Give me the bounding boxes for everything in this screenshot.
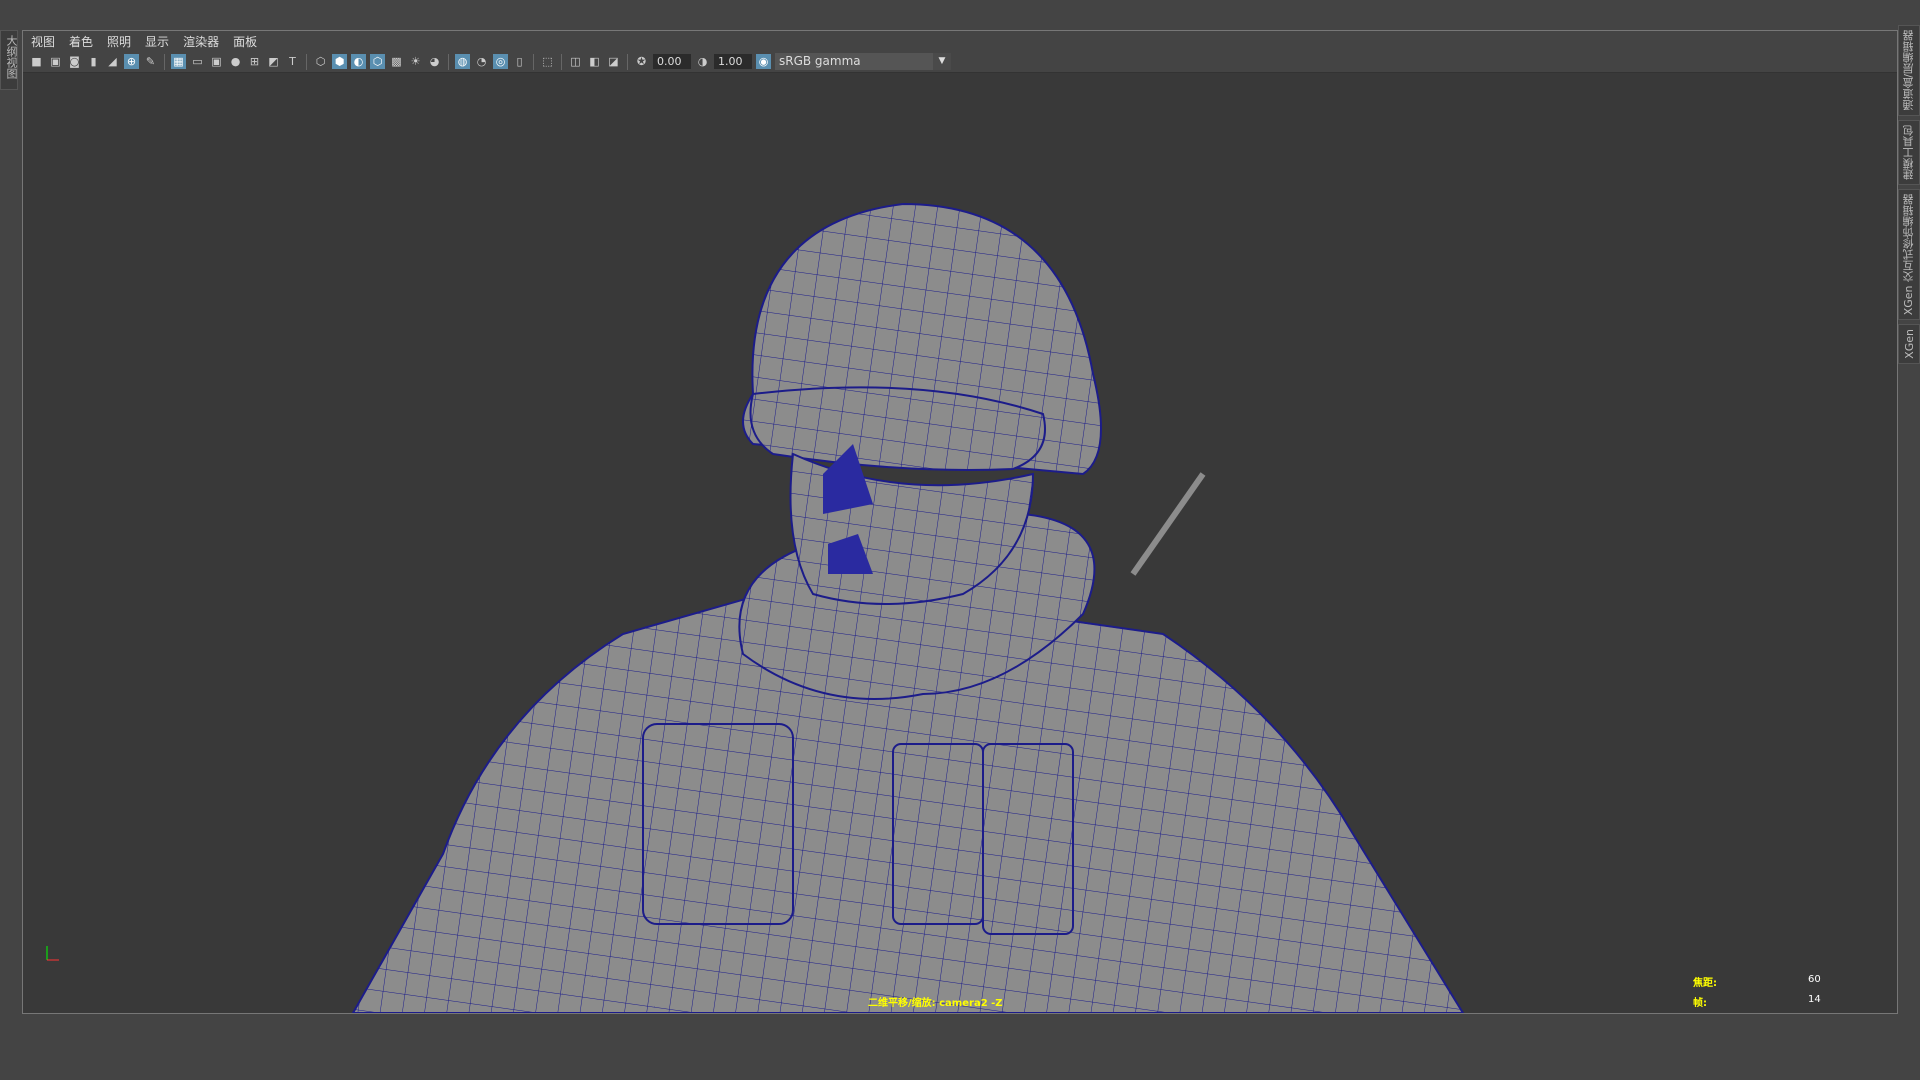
color-management-icon[interactable]: ◉ (756, 54, 771, 69)
shadows-icon[interactable]: ◕ (427, 54, 442, 69)
tab-label: 通道盒/层编辑器 (1902, 30, 1915, 111)
divider (533, 53, 534, 70)
chest-pouch-left (892, 743, 984, 925)
menu-view[interactable]: 视图 (31, 33, 55, 50)
safe-action-icon[interactable]: ◩ (266, 54, 281, 69)
view-transform-select[interactable]: sRGB gamma ▼ (775, 53, 951, 70)
default-material-icon[interactable]: ◐ (351, 54, 366, 69)
tab-modeling-toolkit[interactable]: 建模工具包 (1898, 119, 1920, 185)
outliner-tab-label: 大纲视图 (5, 35, 18, 79)
panel-menubar: 视图 着色 照明 显示 渲染器 面板 (23, 31, 1897, 51)
viewport-panel: 视图 着色 照明 显示 渲染器 面板 ■ ▣ ◙ ▮ ◢ ⊕ ✎ ▦ ▭ ▣ ●… (22, 30, 1898, 1014)
tab-channel-box[interactable]: 通道盒/层编辑器 (1898, 25, 1920, 116)
panel-toolbar: ■ ▣ ◙ ▮ ◢ ⊕ ✎ ▦ ▭ ▣ ● ⊞ ◩ T ⬡ ⬢ ◐ ⬡ ▩ ☀ … (23, 51, 1897, 73)
outliner-tab[interactable]: 大纲视图 (0, 30, 18, 90)
image-plane-icon[interactable]: ◢ (105, 54, 120, 69)
menu-lighting[interactable]: 照明 (107, 33, 131, 50)
field-chart-icon[interactable]: ⊞ (247, 54, 262, 69)
grid-icon[interactable]: ▦ (171, 54, 186, 69)
grease-pencil-icon[interactable]: ✎ (143, 54, 158, 69)
menu-panels[interactable]: 面板 (233, 33, 257, 50)
bookmark-icon[interactable]: ▮ (86, 54, 101, 69)
wireframe-icon[interactable]: ⬡ (313, 54, 328, 69)
menu-shading[interactable]: 着色 (69, 33, 93, 50)
chest-pouch-right (982, 743, 1074, 935)
lights-icon[interactable]: ☀ (408, 54, 423, 69)
wireframe-on-shaded-icon[interactable]: ⬡ (370, 54, 385, 69)
camera-attr-icon[interactable]: ◙ (67, 54, 82, 69)
menu-show[interactable]: 显示 (145, 33, 169, 50)
focal-length-value: 60 (1808, 974, 1821, 985)
3d-viewport[interactable]: 二维平移/缩放: camera2 -Z 焦距: 60 帧: 14 (23, 74, 1897, 1013)
camera-hud-label: 二维平移/缩放: camera2 -Z (868, 998, 1003, 1009)
2d-pan-zoom-icon[interactable]: ⊕ (124, 54, 139, 69)
safe-title-icon[interactable]: T (285, 54, 300, 69)
divider (448, 53, 449, 70)
gamma-input[interactable]: 1.00 (714, 54, 752, 69)
anti-aliasing-icon[interactable]: ◎ (493, 54, 508, 69)
tab-xgen[interactable]: XGen (1898, 324, 1920, 364)
gamma-icon[interactable]: ◑ (695, 54, 710, 69)
divider (306, 53, 307, 70)
gate-mask-icon[interactable]: ● (228, 54, 243, 69)
depth-of-field-icon[interactable]: ▯ (512, 54, 527, 69)
menu-renderer[interactable]: 渲染器 (183, 33, 219, 50)
exposure-icon[interactable]: ✪ (634, 54, 649, 69)
tab-xgen-editor[interactable]: XGen 交互式修饰编辑器 (1898, 188, 1920, 321)
divider (164, 53, 165, 70)
screen-space-ao-icon[interactable]: ◍ (455, 54, 470, 69)
tab-label: 建模工具包 (1902, 124, 1915, 180)
axis-indicator (46, 946, 59, 961)
resolution-gate-icon[interactable]: ▣ (209, 54, 224, 69)
right-tab-bar: 通道盒/层编辑器 建模工具包 XGen 交互式修饰编辑器 XGen (1898, 25, 1920, 368)
focal-length-label: 焦距: (1693, 978, 1717, 989)
antenna (1130, 472, 1206, 576)
xray-joints-icon[interactable]: ◧ (587, 54, 602, 69)
smooth-shade-icon[interactable]: ⬢ (332, 54, 347, 69)
frame-value: 14 (1808, 994, 1821, 1005)
divider (561, 53, 562, 70)
view-transform-value: sRGB gamma (779, 54, 861, 68)
divider (627, 53, 628, 70)
xray-icon[interactable]: ◫ (568, 54, 583, 69)
camera-lock-icon[interactable]: ▣ (48, 54, 63, 69)
motion-blur-icon[interactable]: ◔ (474, 54, 489, 69)
chevron-down-icon: ▼ (933, 53, 951, 70)
film-gate-icon[interactable]: ▭ (190, 54, 205, 69)
textured-icon[interactable]: ▩ (389, 54, 404, 69)
exposure-input[interactable]: 0.00 (653, 54, 691, 69)
isolate-select-icon[interactable]: ⬚ (540, 54, 555, 69)
camera-icon[interactable]: ■ (29, 54, 44, 69)
tab-label: XGen 交互式修饰编辑器 (1902, 193, 1915, 316)
tab-label: XGen (1902, 329, 1916, 359)
xray-components-icon[interactable]: ◪ (606, 54, 621, 69)
side-pouch (642, 723, 794, 925)
soldier-model-wireframe (46, 202, 1465, 1013)
frame-label: 帧: (1693, 998, 1707, 1009)
